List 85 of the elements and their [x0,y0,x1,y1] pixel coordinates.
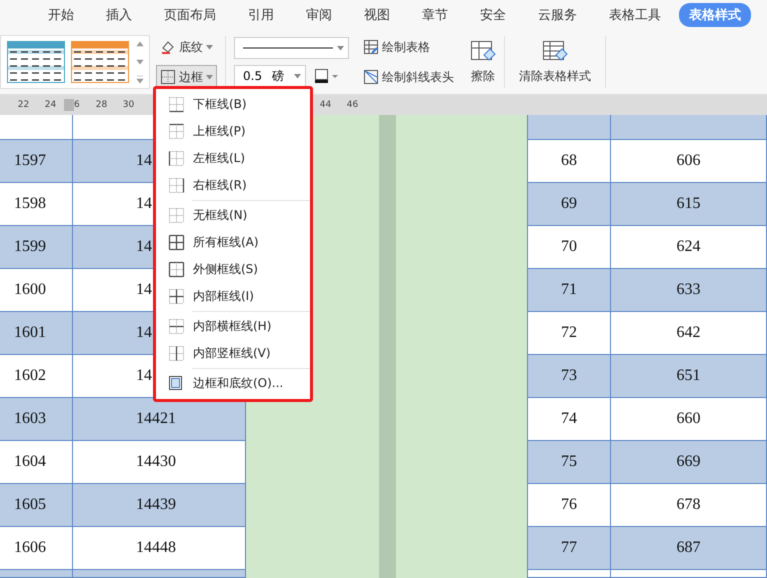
ribbon-tab[interactable]: 云服务 [538,3,577,27]
table-cell: 1604 [0,441,73,484]
border-grid-icon [160,69,176,85]
table-cell: 660 [611,398,767,441]
table-cell: 68 [528,140,611,183]
table-cell: 1606 [0,527,73,570]
draw-table-button[interactable]: 绘制表格 [359,35,458,59]
diagonal-cell-icon [363,69,379,85]
line-width-dropdown[interactable]: 0.5 磅 [234,65,306,87]
menu-item[interactable]: 下框线(B) [156,91,310,118]
ribbon-tab[interactable]: 插入 [106,3,132,27]
table-cell: 1597 [0,140,73,183]
table-cell: 687 [611,527,767,570]
table-cell: 642 [611,312,767,355]
shading-dropdown[interactable]: 底纹 [156,35,217,59]
line-style-dropdown[interactable] [234,37,349,59]
table-cell: 70 [528,226,611,269]
caret-icon [206,44,213,50]
table-cell: 1600 [0,269,73,312]
ribbon-tab[interactable]: 表格工具 [609,3,661,27]
table-cell: 74 [528,398,611,441]
ribbon-tab[interactable]: 视图 [364,3,390,27]
table-cell: 606 [611,140,767,183]
table-cell: 615 [611,183,767,226]
border-icon [168,177,185,194]
border-icon [168,345,185,362]
ruler-number: 46 [346,100,360,110]
border-icon [168,96,185,113]
ruler-number: 6 [74,100,81,110]
border-icon [168,234,185,251]
table-cell: 75 [528,441,611,484]
table-cell: 1602 [0,355,73,398]
border-icon [168,123,185,140]
table-cell: 14421 [73,398,246,441]
border-icon [168,288,185,305]
border-icon [168,150,185,167]
eraser-icon [470,40,496,64]
ruler-marker[interactable] [64,99,74,111]
caret-icon [294,74,301,78]
caret-icon [206,74,213,80]
caret-icon [337,46,344,50]
table-cell: 1598 [0,183,73,226]
table-cell: 1601 [0,312,73,355]
table-cell: 624 [611,226,767,269]
ribbon-tab[interactable]: 审阅 [306,3,332,27]
ruler-number: 28 [94,100,108,110]
border-icon [168,207,185,224]
table-cell: 1599 [0,226,73,269]
ribbon-tab[interactable]: 章节 [422,3,448,27]
ribbon-tab[interactable]: 引用 [248,3,274,27]
border-icon [168,318,185,335]
clear-table-style-button[interactable]: 清除表格样式 [507,30,603,94]
table-cell: 14430 [73,441,246,484]
table-cell: 678 [611,484,767,527]
ruler-number: 44 [318,100,332,110]
erase-button[interactable]: 擦除 [464,30,502,94]
table-cell: 669 [611,441,767,484]
table-style-thumbnail[interactable] [71,41,129,83]
table-cell: 1603 [0,398,73,441]
table-cell: 633 [611,269,767,312]
table-cell: 71 [528,269,611,312]
table-cell: 14439 [73,484,246,527]
line-sample-icon [243,47,333,49]
ruler-number: 24 [44,100,58,110]
ruler-number: 22 [16,100,30,110]
table-cell: 1605 [0,484,73,527]
table-cell: 73 [528,355,611,398]
table-cell: 14448 [73,527,246,570]
border-icon [168,261,185,278]
paint-bucket-icon [160,39,176,55]
table-pen-icon [363,39,379,55]
ribbon-tab[interactable]: 页面布局 [164,3,216,27]
table-cell: 651 [611,355,767,398]
draw-diagonal-header-button[interactable]: 绘制斜线表头 [359,65,458,89]
table-cell: 72 [528,312,611,355]
ribbon-tab[interactable]: 安全 [480,3,506,27]
table-eraser-icon [542,40,568,64]
table-cell: 77 [528,527,611,570]
pen-color-icon[interactable] [314,68,340,84]
ruler-number: 30 [122,100,136,110]
border-icon [168,375,185,392]
table-style-thumbnail[interactable] [7,41,65,83]
table-cell: 69 [528,183,611,226]
table-cell: 76 [528,484,611,527]
ribbon-tab[interactable]: 开始 [48,3,74,27]
